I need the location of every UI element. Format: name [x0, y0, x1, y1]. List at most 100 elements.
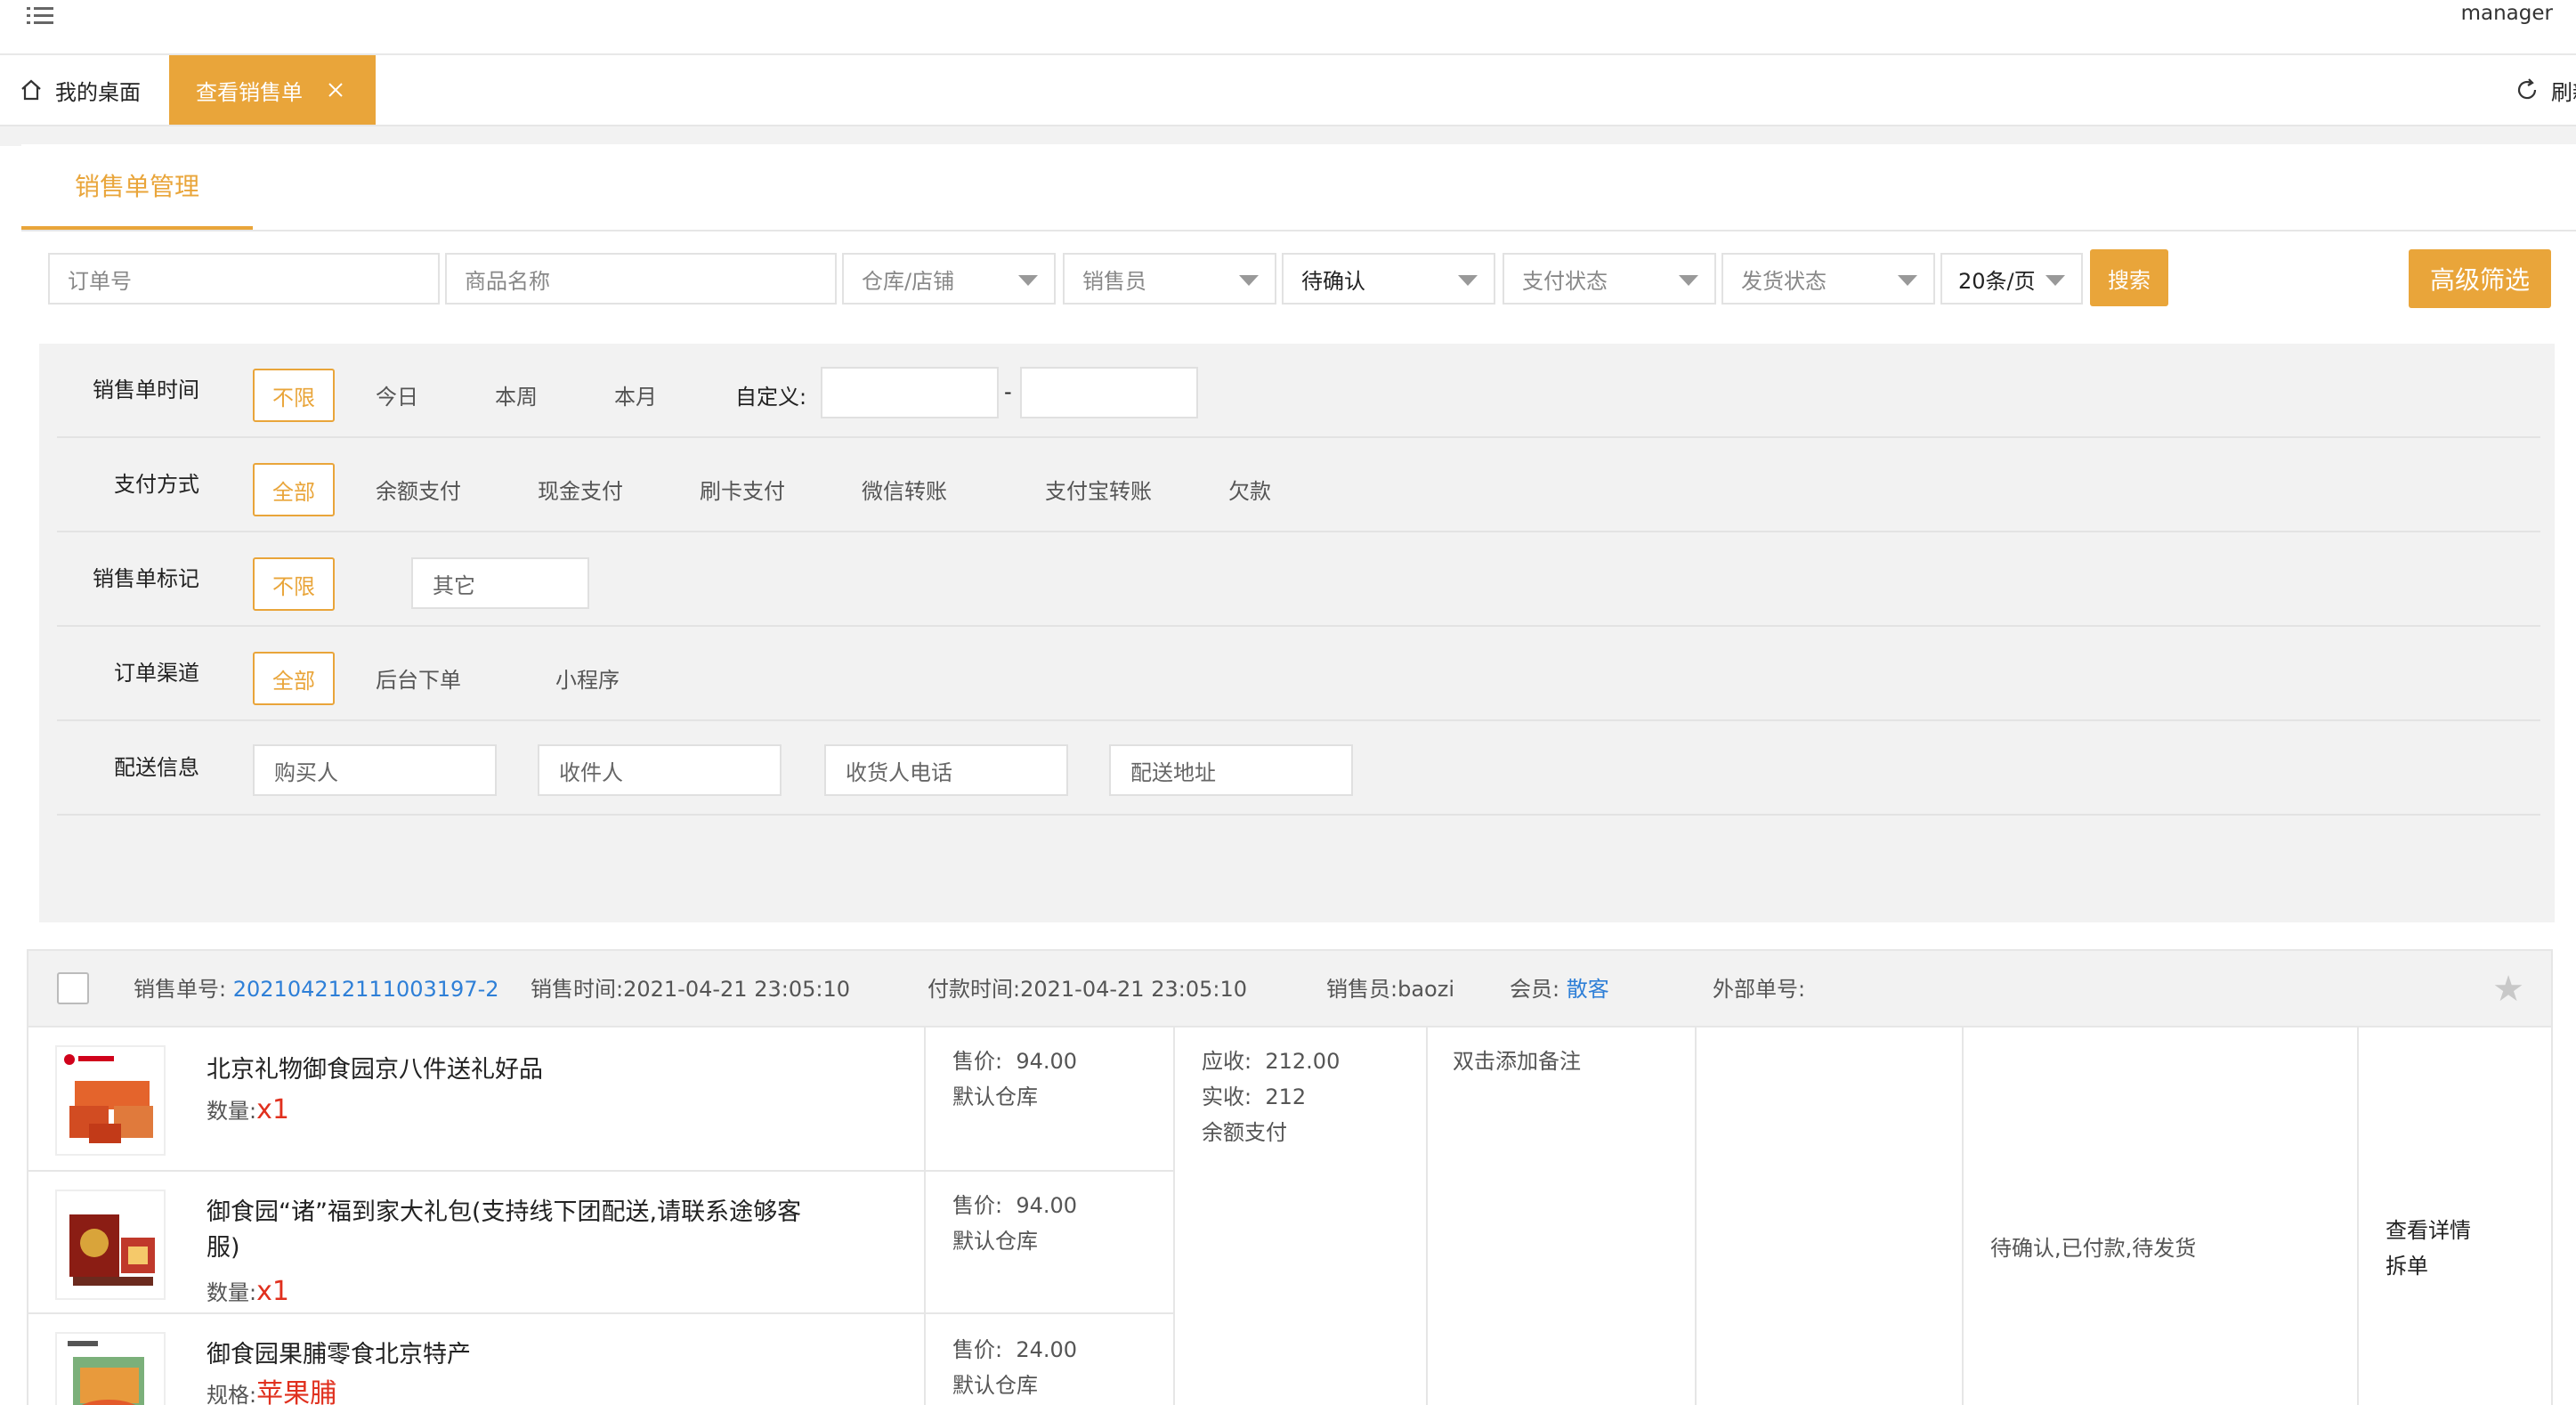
time-option-unlimited[interactable]: 不限: [253, 369, 335, 422]
channel-option-backend[interactable]: 后台下单: [376, 662, 461, 694]
chevron-down-icon: [2045, 275, 2065, 286]
order-no-input[interactable]: 订单号: [48, 253, 440, 305]
filter-row-payment: 支付方式 全部 余额支付 现金支付 刷卡支付 微信转账 支付宝转账 欠款: [57, 438, 2540, 532]
salesperson-select[interactable]: 销售员: [1063, 253, 1276, 305]
seller-field: 销售员:baozi: [1326, 951, 1454, 1027]
payment-option-balance[interactable]: 余额支付: [376, 474, 461, 505]
product-qty: 数量:x1: [207, 1275, 289, 1307]
payment-option-debt[interactable]: 欠款: [1228, 474, 1271, 505]
member-field: 会员: 散客: [1510, 951, 1609, 1027]
time-option-month[interactable]: 本月: [614, 379, 657, 410]
pay-time-value: 2021-04-21 23:05:10: [1020, 977, 1247, 1002]
item-warehouse: 默认仓库: [952, 1229, 1038, 1254]
page-size-select[interactable]: 20条/页: [1940, 253, 2083, 305]
pay-status-select[interactable]: 支付状态: [1503, 253, 1716, 305]
product-spec: 规格:苹果脯: [207, 1371, 336, 1405]
spec-value: 苹果脯: [256, 1378, 337, 1405]
price-label: 售价:: [952, 1193, 1003, 1218]
payment-option-alipay[interactable]: 支付宝转账: [1045, 474, 1152, 505]
refresh-label: 刷新: [2551, 79, 2576, 105]
list-icon[interactable]: [27, 5, 53, 27]
split-order-link[interactable]: 拆单: [2386, 1248, 2428, 1284]
item-price: 售价: 24.00: [952, 1332, 1077, 1368]
star-icon[interactable]: ★: [2492, 969, 2524, 1010]
col-divider: [1695, 1027, 1697, 1405]
tab-home[interactable]: 我的桌面: [20, 55, 141, 125]
product-image-dried-fruit: [57, 1334, 164, 1405]
price-value: 24.00: [1016, 1337, 1078, 1362]
custom-end-input[interactable]: [1020, 367, 1198, 418]
filter-payment-label: 支付方式: [114, 472, 199, 497]
remark-cell[interactable]: 双击添加备注: [1453, 1044, 1581, 1079]
close-icon[interactable]: [328, 82, 344, 98]
delivery-address-input[interactable]: 配送地址: [1109, 744, 1353, 796]
channel-option-miniapp[interactable]: 小程序: [555, 662, 620, 694]
price-value: 94.00: [1016, 1193, 1078, 1218]
payment-option-card[interactable]: 刷卡支付: [700, 474, 785, 505]
product-thumbnail[interactable]: [55, 1332, 166, 1405]
sale-time-label: 销售时间:: [531, 977, 624, 1002]
receivable-label: 应收:: [1202, 1049, 1252, 1074]
search-button[interactable]: 搜索: [2090, 249, 2168, 306]
time-option-week[interactable]: 本周: [495, 379, 538, 410]
time-option-today[interactable]: 今日: [376, 379, 418, 410]
refresh-icon: [2517, 78, 2537, 100]
custom-start-input[interactable]: [821, 367, 999, 418]
custom-time-label: 自定义:: [735, 385, 807, 410]
pay-method: 余额支付: [1202, 1120, 1287, 1145]
member-link[interactable]: 散客: [1567, 977, 1609, 1002]
external-no-label: 外部单号:: [1713, 977, 1806, 1002]
app-root: manager 我的桌面 查看销售单 刷新 销售单管理: [0, 0, 2576, 1405]
product-thumbnail[interactable]: [55, 1045, 166, 1156]
sale-time-value: 2021-04-21 23:05:10: [623, 977, 850, 1002]
qty-value: x1: [256, 1094, 289, 1125]
item-warehouse: 默认仓库: [952, 1084, 1038, 1109]
ship-status-select[interactable]: 发货状态: [1721, 253, 1935, 305]
filter-time-label: 销售单时间: [93, 378, 199, 402]
payment-option-cash[interactable]: 现金支付: [538, 474, 623, 505]
col-divider: [924, 1027, 926, 1405]
filter-delivery-label: 配送信息: [114, 755, 199, 780]
warehouse-select[interactable]: 仓库/店铺: [842, 253, 1056, 305]
payment-option-all[interactable]: 全部: [253, 463, 335, 516]
order-checkbox[interactable]: [57, 972, 89, 1004]
product-name-input[interactable]: 商品名称: [445, 253, 837, 305]
refresh-button[interactable]: 刷新: [2515, 55, 2576, 125]
mark-option-unlimited[interactable]: 不限: [253, 557, 335, 611]
product-name[interactable]: 御食园果脯零食北京特产: [207, 1337, 471, 1373]
section-tab-sales-order-management[interactable]: 销售单管理: [21, 144, 253, 230]
sale-time-field: 销售时间:2021-04-21 23:05:10: [531, 951, 850, 1027]
order-card: 销售单号: 202104212111003197-2 销售时间:2021-04-…: [27, 949, 2553, 1405]
recipient-phone-input[interactable]: 收货人电话: [824, 744, 1068, 796]
chevron-down-icon: [1458, 275, 1478, 286]
row-divider: [28, 1312, 1173, 1314]
product-thumbnail[interactable]: [55, 1190, 166, 1300]
salesperson-select-value: 销售员: [1082, 268, 1146, 294]
col-divider: [1962, 1027, 1964, 1405]
page-size-value: 20条/页: [1958, 268, 2036, 294]
price-value: 94.00: [1016, 1049, 1078, 1074]
filter-row-delivery: 配送信息 购买人 收件人 收货人电话 配送地址: [57, 721, 2540, 816]
qty-label: 数量:: [207, 1280, 257, 1305]
received-value: 212: [1265, 1084, 1307, 1109]
order-no-link[interactable]: 202104212111003197-2: [233, 977, 499, 1002]
user-name[interactable]: manager: [2461, 2, 2553, 25]
price-label: 售价:: [952, 1337, 1003, 1362]
recipient-input[interactable]: 收件人: [538, 744, 782, 796]
channel-option-all[interactable]: 全部: [253, 652, 335, 705]
recipient-phone-placeholder: 收货人电话: [846, 759, 952, 785]
product-name[interactable]: 北京礼物御食园京八件送礼好品: [207, 1052, 543, 1088]
seller-value: baozi: [1397, 977, 1454, 1002]
tab-view-sales-order[interactable]: 查看销售单: [169, 55, 376, 125]
view-detail-link[interactable]: 查看详情: [2386, 1213, 2471, 1248]
pay-time-field: 付款时间:2021-04-21 23:05:10: [928, 951, 1247, 1027]
order-header: 销售单号: 202104212111003197-2 销售时间:2021-04-…: [28, 951, 2551, 1027]
payment-option-wechat[interactable]: 微信转账: [862, 474, 947, 505]
status-select[interactable]: 待确认: [1282, 253, 1495, 305]
product-name-line-2[interactable]: 服): [207, 1230, 240, 1266]
buyer-input[interactable]: 购买人: [253, 744, 497, 796]
advanced-filter-button[interactable]: 高级筛选: [2409, 249, 2551, 308]
delivery-address-placeholder: 配送地址: [1130, 759, 1216, 785]
mark-option-other[interactable]: 其它: [411, 557, 589, 609]
product-name-line-1[interactable]: 御食园“诸”福到家大礼包(支持线下团配送,请联系途够客: [207, 1195, 801, 1230]
